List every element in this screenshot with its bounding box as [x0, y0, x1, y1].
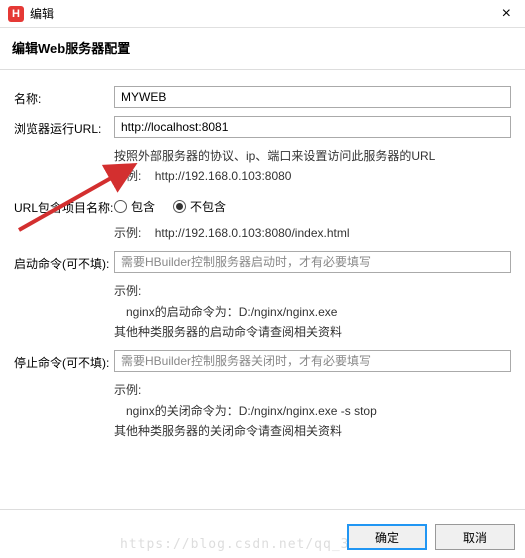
radio-include[interactable]: 包含 — [114, 198, 155, 215]
row-stop-cmd: 停止命令(可不填): 示例: nginx的关闭命令为：D:/nginx/ngin… — [14, 350, 511, 441]
url-hint-line1: 按照外部服务器的协议、ip、端口来设置访问此服务器的URL — [114, 146, 511, 166]
url-contains-hint: 示例: http://192.168.0.103:8080/index.html — [114, 223, 511, 243]
button-bar: 确定 取消 — [347, 514, 515, 550]
radio-include-label: 包含 — [131, 198, 155, 215]
radio-icon — [114, 200, 127, 213]
start-cmd-hint-line1: nginx的启动命令为：D:/nginx/nginx.exe — [114, 302, 511, 322]
button-bar-separator — [0, 509, 525, 510]
start-cmd-hint-line2: 其他种类服务器的启动命令请查阅相关资料 — [114, 322, 511, 342]
row-url-contains: URL包含项目名称: 包含 不包含 示例: http://192.168.0.1… — [14, 195, 511, 243]
url-contains-radio-group: 包含 不包含 — [114, 195, 511, 215]
row-start-cmd: 启动命令(可不填): 示例: nginx的启动命令为：D:/nginx/ngin… — [14, 251, 511, 342]
close-icon[interactable]: × — [496, 5, 517, 23]
ok-button[interactable]: 确定 — [347, 524, 427, 550]
dialog-content: 名称: 浏览器运行URL: 按照外部服务器的协议、ip、端口来设置访问此服务器的… — [0, 70, 525, 460]
url-hint: 按照外部服务器的协议、ip、端口来设置访问此服务器的URL 示例: http:/… — [114, 146, 511, 187]
row-url: 浏览器运行URL: 按照外部服务器的协议、ip、端口来设置访问此服务器的URL … — [14, 116, 511, 187]
titlebar-title: 编辑 — [30, 5, 496, 22]
start-cmd-input[interactable] — [114, 251, 511, 273]
app-icon: H — [8, 6, 24, 22]
url-input[interactable] — [114, 116, 511, 138]
url-contains-label: URL包含项目名称: — [14, 195, 114, 216]
stop-cmd-hint-line2: 其他种类服务器的关闭命令请查阅相关资料 — [114, 421, 511, 441]
stop-cmd-hint-title: 示例: — [114, 380, 511, 400]
url-label: 浏览器运行URL: — [14, 116, 114, 137]
name-label: 名称: — [14, 86, 114, 107]
start-cmd-label: 启动命令(可不填): — [14, 251, 114, 272]
stop-cmd-hint: 示例: nginx的关闭命令为：D:/nginx/nginx.exe -s st… — [114, 380, 511, 441]
stop-cmd-hint-line1: nginx的关闭命令为：D:/nginx/nginx.exe -s stop — [114, 401, 511, 421]
start-cmd-hint-title: 示例: — [114, 281, 511, 301]
row-name: 名称: — [14, 86, 511, 108]
name-input[interactable] — [114, 86, 511, 108]
stop-cmd-input[interactable] — [114, 350, 511, 372]
dialog-header: 编辑Web服务器配置 — [0, 28, 525, 70]
titlebar: H 编辑 × — [0, 0, 525, 28]
radio-exclude-label: 不包含 — [190, 198, 226, 215]
stop-cmd-label: 停止命令(可不填): — [14, 350, 114, 371]
url-hint-line2: 示例: http://192.168.0.103:8080 — [114, 166, 511, 186]
start-cmd-hint: 示例: nginx的启动命令为：D:/nginx/nginx.exe 其他种类服… — [114, 281, 511, 342]
dialog-title: 编辑Web服务器配置 — [12, 38, 513, 57]
radio-exclude[interactable]: 不包含 — [173, 198, 226, 215]
cancel-button[interactable]: 取消 — [435, 524, 515, 550]
radio-icon — [173, 200, 186, 213]
